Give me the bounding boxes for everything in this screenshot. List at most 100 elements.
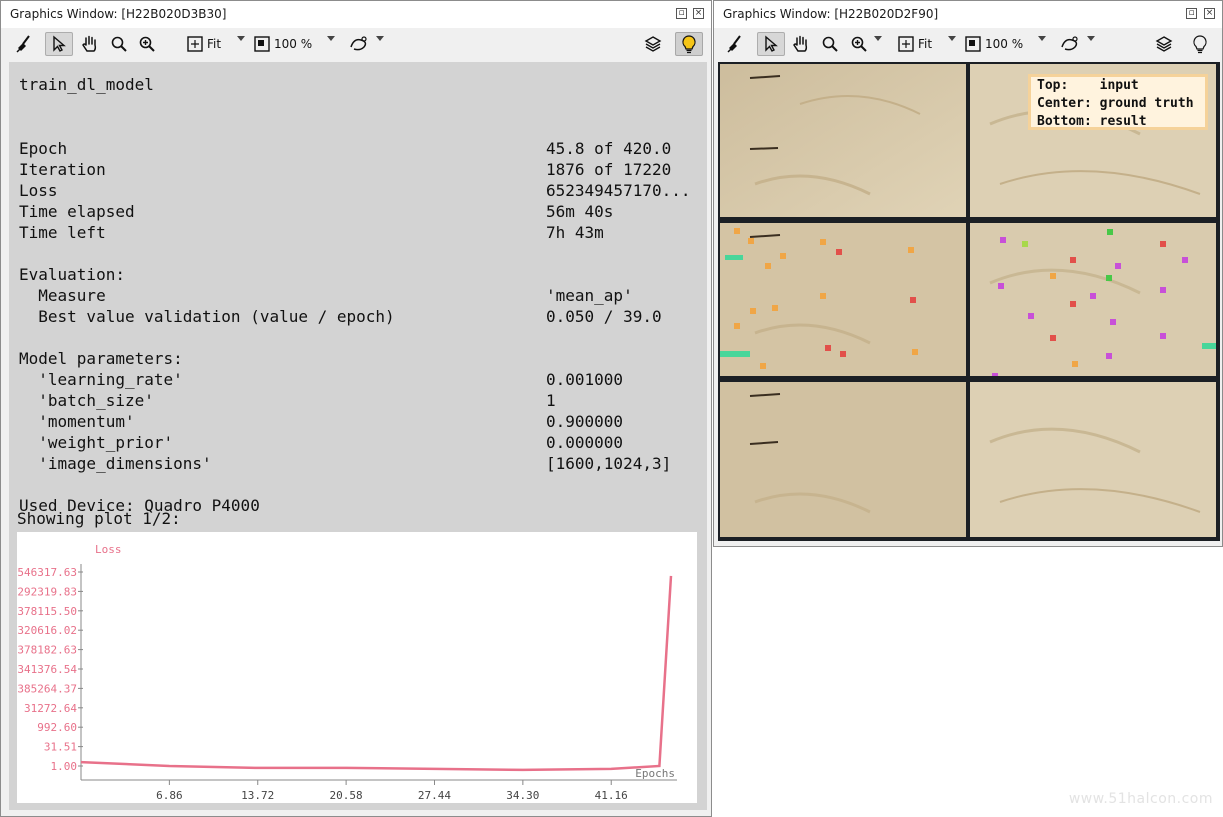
toolbar: Fit 100 % <box>714 28 1222 60</box>
zoom-mode-label[interactable]: Fit <box>207 37 221 51</box>
chevron-down-icon[interactable] <box>1087 36 1095 41</box>
draw-shape-icon[interactable] <box>346 32 374 56</box>
stat-label: Epoch <box>19 139 68 158</box>
y-tick-label: 31.51 <box>44 741 77 754</box>
zoom-percent-icon[interactable] <box>252 32 272 56</box>
y-tick-label: 378115.50 <box>17 605 77 618</box>
param-label: 'image_dimensions' <box>19 454 212 473</box>
stat-value: 652349457170... <box>546 181 691 200</box>
image-display-canvas[interactable]: Top: input Center: ground truth Bottom: … <box>718 62 1220 541</box>
y-tick-label: 385264.37 <box>17 682 77 695</box>
fit-window-icon[interactable] <box>185 32 205 56</box>
param-value: 1 <box>546 391 556 410</box>
chevron-down-icon[interactable] <box>1038 36 1046 41</box>
x-tick-label: 34.30 <box>506 789 539 802</box>
magnifier-icon[interactable] <box>818 32 842 56</box>
image-tile-groundtruth-left <box>720 223 966 376</box>
stat-label: Loss <box>19 181 58 200</box>
clear-broom-icon[interactable] <box>13 32 37 56</box>
y-axis-label: Loss <box>95 543 122 556</box>
param-value: 0.001000 <box>546 370 624 389</box>
y-tick-label: 992.60 <box>37 721 77 734</box>
eval-label: Best value validation (value / epoch) <box>19 307 395 326</box>
param-label: 'momentum' <box>19 412 135 431</box>
chevron-down-icon[interactable] <box>376 36 384 41</box>
zoom-percent-label[interactable]: 100 % <box>985 37 1023 51</box>
pan-hand-icon[interactable] <box>77 32 103 56</box>
stat-label: Iteration <box>19 160 106 179</box>
x-tick-label: 6.86 <box>156 789 183 802</box>
param-value: [1600,1024,3] <box>546 454 672 473</box>
legend-line-center: Center: ground truth <box>1037 96 1194 111</box>
stat-value: 56m 40s <box>546 202 614 221</box>
layers-icon[interactable] <box>1152 32 1176 56</box>
image-tile-input-left <box>720 64 966 217</box>
evaluation-heading: Evaluation: <box>19 265 125 284</box>
graphics-window-right: Graphics Window: [H22B020D2F90] ▫ × Fit … <box>713 0 1223 547</box>
zoom-in-icon[interactable] <box>135 32 159 56</box>
heading-train-dl-model: train_dl_model <box>19 75 154 94</box>
stat-label: Time elapsed <box>19 202 135 221</box>
param-label: 'weight_prior' <box>19 433 174 452</box>
loss-series-line <box>80 575 673 772</box>
title-bar[interactable]: Graphics Window: [H22B020D2F90] ▫ × <box>714 1 1222 28</box>
x-tick-label: 41.16 <box>595 789 628 802</box>
close-icon[interactable]: × <box>1204 8 1215 19</box>
lightbulb-icon[interactable] <box>1186 32 1214 56</box>
params-heading: Model parameters: <box>19 349 183 368</box>
window-title: Graphics Window: [H22B020D3B30] <box>10 7 227 21</box>
x-axis-label: Epochs <box>635 767 675 780</box>
training-output-canvas: train_dl_model Epoch 45.8 of 420.0 Itera… <box>9 62 707 810</box>
graphics-window-left: Graphics Window: [H22B020D3B30] ▫ × Fit … <box>0 0 712 817</box>
restore-icon[interactable]: ▫ <box>676 8 687 19</box>
plot-caption: Showing plot 1/2: <box>17 509 181 528</box>
close-icon[interactable]: × <box>693 8 704 19</box>
x-tick-label: 13.72 <box>241 789 274 802</box>
watermark: www.51halcon.com <box>1068 791 1213 807</box>
param-label: 'learning_rate' <box>19 370 183 389</box>
zoom-in-icon[interactable] <box>847 32 871 56</box>
stat-value: 7h 43m <box>546 223 604 242</box>
title-bar[interactable]: Graphics Window: [H22B020D3B30] ▫ × <box>1 1 711 28</box>
chevron-down-icon[interactable] <box>237 36 245 41</box>
restore-icon[interactable]: ▫ <box>1186 8 1197 19</box>
y-tick-label: 378182.63 <box>17 644 77 657</box>
image-tile-groundtruth-right <box>970 223 1216 376</box>
x-tick-label: 20.58 <box>330 789 363 802</box>
pan-hand-icon[interactable] <box>788 32 814 56</box>
stat-value: 1876 of 17220 <box>546 160 672 179</box>
loss-plot: Loss 546317.63 292319.83 378115.50 320616.02… <box>17 532 697 803</box>
chevron-down-icon[interactable] <box>874 36 882 41</box>
clear-broom-icon[interactable] <box>724 32 748 56</box>
fit-window-icon[interactable] <box>896 32 916 56</box>
y-tick-label: 546317.63 <box>17 566 77 579</box>
eval-value: 'mean_ap' <box>546 286 633 305</box>
legend-line-top: Top: input <box>1037 78 1139 93</box>
layers-icon[interactable] <box>641 32 665 56</box>
param-value: 0.000000 <box>546 433 624 452</box>
draw-shape-icon[interactable] <box>1057 32 1085 56</box>
pointer-select-icon[interactable] <box>757 32 785 56</box>
zoom-percent-label[interactable]: 100 % <box>274 37 312 51</box>
image-tile-result-left <box>720 382 966 537</box>
toolbar: Fit 100 % <box>1 28 711 73</box>
x-tick-label: 27.44 <box>418 789 451 802</box>
chevron-down-icon[interactable] <box>327 36 335 41</box>
window-title: Graphics Window: [H22B020D2F90] <box>723 7 939 21</box>
y-tick-label: 320616.02 <box>17 624 77 637</box>
chevron-down-icon[interactable] <box>948 36 956 41</box>
image-tile-result-right <box>970 382 1216 537</box>
y-tick-label: 31272.64 <box>24 702 77 715</box>
lightbulb-icon[interactable] <box>675 32 703 56</box>
param-label: 'batch_size' <box>19 391 154 410</box>
eval-label: Measure <box>19 286 106 305</box>
stat-value: 45.8 of 420.0 <box>546 139 672 158</box>
legend-line-bottom: Bottom: result <box>1037 114 1147 129</box>
zoom-mode-label[interactable]: Fit <box>918 37 932 51</box>
pointer-select-icon[interactable] <box>45 32 73 56</box>
eval-value: 0.050 / 39.0 <box>546 307 662 326</box>
stat-label: Time left <box>19 223 106 242</box>
magnifier-icon[interactable] <box>107 32 131 56</box>
y-tick-label: 292319.83 <box>17 585 77 598</box>
zoom-percent-icon[interactable] <box>963 32 983 56</box>
